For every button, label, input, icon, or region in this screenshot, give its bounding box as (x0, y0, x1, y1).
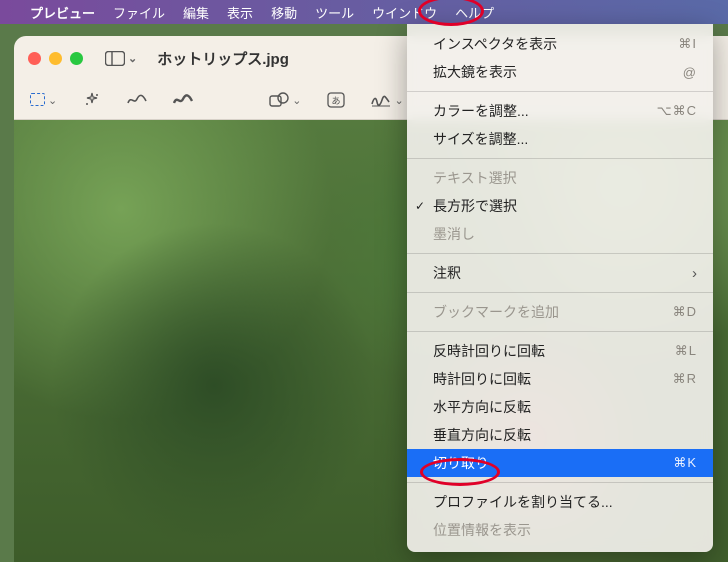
menu-item-text-select: テキスト選択 (407, 164, 713, 192)
menu-item-label: 墨消し (433, 224, 475, 244)
menu-item-flip-h[interactable]: 水平方向に反転 (407, 393, 713, 421)
squiggle-bold-icon (173, 93, 193, 107)
shapes-tool[interactable] (269, 92, 301, 108)
menu-item-label: 注釈 (433, 263, 461, 283)
menu-item-assign-profile[interactable]: プロファイルを割り当てる... (407, 488, 713, 516)
menu-item-label: 長方形で選択 (433, 196, 517, 216)
menubar-app-name[interactable]: プレビュー (30, 3, 95, 22)
menu-view[interactable]: 表示 (227, 3, 253, 22)
menu-item-crop[interactable]: 切り取り ⌘K (407, 449, 713, 477)
menu-item-label: 位置情報を表示 (433, 520, 531, 540)
menu-item-rotate-ccw[interactable]: 反時計回りに回転 ⌘L (407, 337, 713, 365)
menu-item-shortcut: ⌘K (673, 455, 697, 471)
sign-tool[interactable] (371, 92, 403, 108)
menu-separator (407, 482, 713, 483)
traffic-lights (28, 52, 83, 65)
tools-dropdown-menu: インスペクタを表示 ⌘I 拡大鏡を表示 @ カラーを調整... ⌥⌘C サイズを… (407, 24, 713, 552)
menu-item-label: 切り取り (433, 453, 489, 473)
chevron-down-icon (128, 50, 137, 67)
menu-item-label: カラーを調整... (433, 101, 529, 121)
menu-item-label: ブックマークを追加 (433, 302, 559, 322)
menu-item-show-location: 位置情報を表示 (407, 516, 713, 544)
zoom-button[interactable] (70, 52, 83, 65)
minimize-button[interactable] (49, 52, 62, 65)
menu-item-label: サイズを調整... (433, 129, 528, 149)
text-box-icon: あ (327, 92, 345, 108)
sidebar-icon (105, 51, 125, 66)
menu-separator (407, 253, 713, 254)
svg-text:あ: あ (332, 96, 341, 106)
window-title: ホットリップス.jpg (157, 48, 289, 69)
menu-help[interactable]: ヘルプ (455, 3, 494, 22)
menu-item-shortcut: ⌥⌘C (657, 103, 697, 119)
menu-separator (407, 292, 713, 293)
menu-item-shortcut: ⌘L (675, 343, 697, 359)
draw-tool[interactable] (173, 93, 193, 107)
menu-item-adjust-size[interactable]: サイズを調整... (407, 125, 713, 153)
menu-file[interactable]: ファイル (113, 3, 165, 22)
squiggle-icon (127, 93, 147, 107)
menu-edit[interactable]: 編集 (183, 3, 209, 22)
menu-item-label: 水平方向に反転 (433, 397, 531, 417)
menu-item-label: プロファイルを割り当てる... (433, 492, 613, 512)
menu-window[interactable]: ウインドウ (372, 3, 437, 22)
menu-item-shortcut: ⌘I (678, 36, 697, 52)
menu-separator (407, 91, 713, 92)
sidebar-toggle-button[interactable] (105, 50, 137, 67)
menu-item-add-bookmark: ブックマークを追加 ⌘D (407, 298, 713, 326)
menu-item-adjust-color[interactable]: カラーを調整... ⌥⌘C (407, 97, 713, 125)
menu-item-show-magnifier[interactable]: 拡大鏡を表示 @ (407, 58, 713, 86)
menu-item-shortcut: ⌘D (673, 304, 697, 320)
close-button[interactable] (28, 52, 41, 65)
menu-item-label: 反時計回りに回転 (433, 341, 545, 361)
menu-separator (407, 158, 713, 159)
menu-item-label: テキスト選択 (433, 168, 517, 188)
sketch-tool[interactable] (127, 93, 147, 107)
instant-alpha-tool[interactable] (83, 91, 101, 109)
chevron-down-icon (292, 92, 301, 108)
menu-item-flip-v[interactable]: 垂直方向に反転 (407, 421, 713, 449)
menu-item-annotate[interactable]: 注釈 › (407, 259, 713, 287)
chevron-right-icon: › (692, 265, 697, 282)
shapes-icon (269, 92, 289, 108)
selection-tool[interactable] (30, 92, 57, 108)
menu-item-label: 時計回りに回転 (433, 369, 531, 389)
menu-go[interactable]: 移動 (271, 3, 297, 22)
text-tool[interactable]: あ (327, 92, 345, 108)
macos-menubar: プレビュー ファイル 編集 表示 移動 ツール ウインドウ ヘルプ (0, 0, 728, 24)
menu-item-shortcut: ⌘R (673, 371, 697, 387)
menu-item-rotate-cw[interactable]: 時計回りに回転 ⌘R (407, 365, 713, 393)
chevron-down-icon (48, 92, 57, 108)
selection-rect-icon (30, 93, 45, 106)
menu-tools[interactable]: ツール (315, 3, 354, 22)
chevron-down-icon (394, 92, 403, 108)
menu-item-rect-select[interactable]: ✓ 長方形で選択 (407, 192, 713, 220)
menu-item-shortcut: @ (683, 65, 697, 80)
menu-item-label: 垂直方向に反転 (433, 425, 531, 445)
menu-item-show-inspector[interactable]: インスペクタを表示 ⌘I (407, 30, 713, 58)
menu-item-redact: 墨消し (407, 220, 713, 248)
menu-item-label: 拡大鏡を表示 (433, 62, 517, 82)
menu-separator (407, 331, 713, 332)
sparkle-icon (83, 91, 101, 109)
checkmark-icon: ✓ (415, 199, 425, 213)
menu-item-label: インスペクタを表示 (433, 34, 557, 54)
signature-icon (371, 93, 391, 107)
